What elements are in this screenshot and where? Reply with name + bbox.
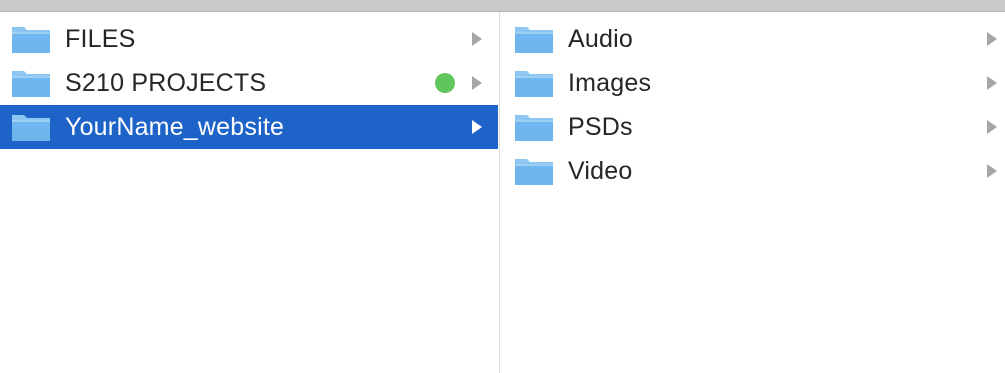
folder-label: PSDs [568,112,633,141]
chevron-right-icon [987,120,997,134]
chevron-right-icon [472,76,482,90]
folder-row-video[interactable]: Video [500,149,1005,193]
folder-icon [515,159,553,185]
folder-icon [515,71,553,97]
folder-icon [515,27,553,53]
folder-row-audio[interactable]: Audio [500,17,1005,61]
folder-label: S210 PROJECTS [65,68,267,97]
folder-icon [12,71,50,97]
chevron-right-icon [987,32,997,46]
folder-label: Audio [568,24,633,53]
green-tag-dot-icon [435,73,455,93]
folder-label: YourName_website [65,112,285,141]
column-2[interactable]: Audio Images PSDs Video [500,12,1005,373]
folder-icon [12,115,50,141]
column-1[interactable]: FILES S210 PROJECTS YourName_website [0,12,500,373]
folder-row-psds[interactable]: PSDs [500,105,1005,149]
finder-column-browser: FILES S210 PROJECTS YourName_website Aud… [0,12,1005,373]
window-top-border [0,0,1005,12]
folder-icon [515,115,553,141]
folder-row-yourname-website[interactable]: YourName_website [0,105,498,149]
folder-row-files[interactable]: FILES [0,17,498,61]
chevron-right-icon [472,32,482,46]
folder-label: Video [568,156,633,185]
folder-label: Images [568,68,652,97]
chevron-right-icon [987,164,997,178]
folder-row-s210-projects[interactable]: S210 PROJECTS [0,61,498,105]
folder-row-images[interactable]: Images [500,61,1005,105]
chevron-right-icon [987,76,997,90]
folder-label: FILES [65,24,136,53]
chevron-right-icon [472,120,482,134]
folder-icon [12,27,50,53]
